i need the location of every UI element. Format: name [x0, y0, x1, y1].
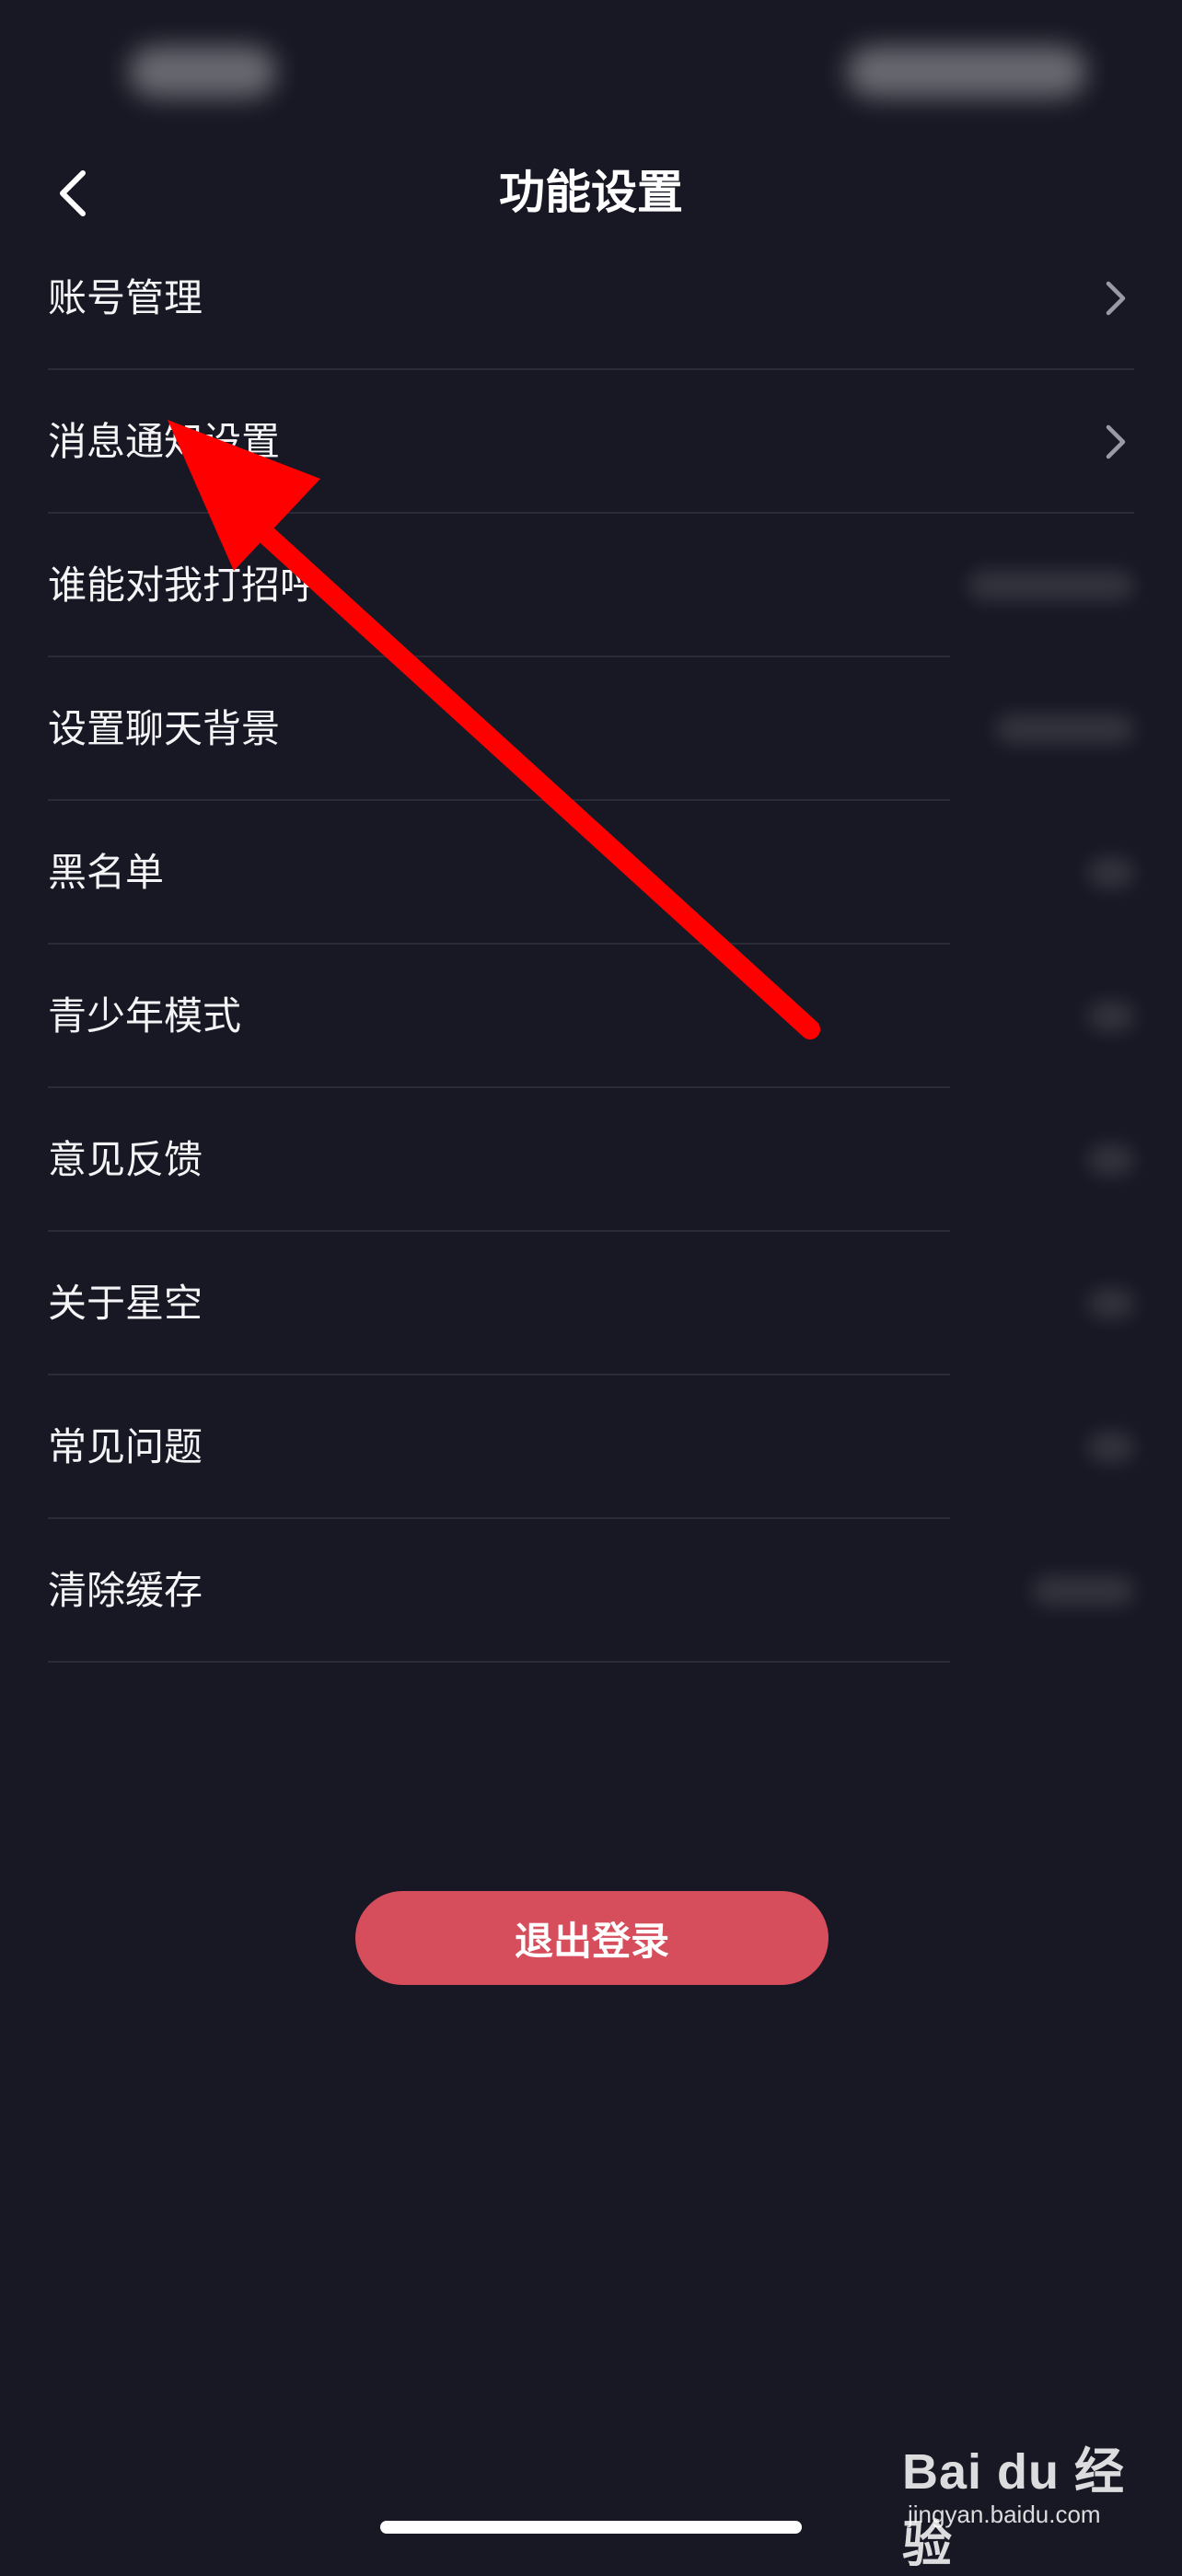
status-time-blurred — [129, 46, 276, 98]
chevron-right-icon — [1106, 424, 1126, 459]
settings-item-label: 清除缓存 — [48, 1568, 203, 1613]
settings-item-feedback[interactable]: 意见反馈 — [48, 1088, 1134, 1232]
settings-item-teen-mode[interactable]: 青少年模式 — [48, 945, 1134, 1088]
settings-item-faq[interactable]: 常见问题 — [48, 1375, 1134, 1519]
settings-item-who-can-greet[interactable]: 谁能对我打招呼 — [48, 514, 1134, 657]
home-indicator — [380, 2521, 802, 2534]
settings-item-label: 谁能对我打招呼 — [48, 563, 319, 608]
settings-item-label: 账号管理 — [48, 275, 203, 320]
setting-value-blurred — [968, 571, 1134, 600]
setting-value-blurred — [996, 714, 1134, 744]
status-bar — [0, 0, 1182, 138]
settings-item-about[interactable]: 关于星空 — [48, 1232, 1134, 1375]
settings-item-label: 黑名单 — [48, 850, 165, 895]
watermark-url: jingyan.baidu.com — [908, 2501, 1101, 2528]
settings-item-blacklist[interactable]: 黑名单 — [48, 801, 1134, 945]
settings-item-label: 设置聊天背景 — [48, 706, 281, 751]
chevron-right-icon — [1106, 281, 1126, 316]
setting-value-blurred — [1088, 858, 1134, 888]
settings-item-account-management[interactable]: 账号管理 — [48, 226, 1134, 370]
setting-value-blurred — [1088, 1289, 1134, 1318]
page-title: 功能设置 — [499, 166, 683, 219]
settings-item-label: 意见反馈 — [48, 1137, 203, 1182]
cache-size-blurred — [1033, 1576, 1134, 1606]
settings-item-label: 关于星空 — [48, 1281, 203, 1326]
setting-value-blurred — [1088, 1145, 1134, 1175]
status-icons-blurred — [847, 46, 1086, 98]
settings-item-label: 常见问题 — [48, 1424, 203, 1469]
settings-list: 账号管理 消息通知设置 谁能对我打招呼 设置聊天背景 黑名单 青少年模式 意见反… — [0, 226, 1182, 1663]
settings-item-notification-settings[interactable]: 消息通知设置 — [48, 370, 1134, 514]
setting-value-blurred — [1088, 1433, 1134, 1462]
divider — [48, 1661, 950, 1663]
watermark: Bai du 经验 jingyan.baidu.com — [902, 2431, 1151, 2572]
setting-value-blurred — [1088, 1002, 1134, 1031]
logout-button[interactable]: 退出登录 — [355, 1891, 829, 1985]
settings-item-chat-background[interactable]: 设置聊天背景 — [48, 657, 1134, 801]
settings-item-label: 青少年模式 — [48, 993, 242, 1039]
settings-item-label: 消息通知设置 — [48, 419, 281, 464]
settings-item-clear-cache[interactable]: 清除缓存 — [48, 1519, 1134, 1663]
